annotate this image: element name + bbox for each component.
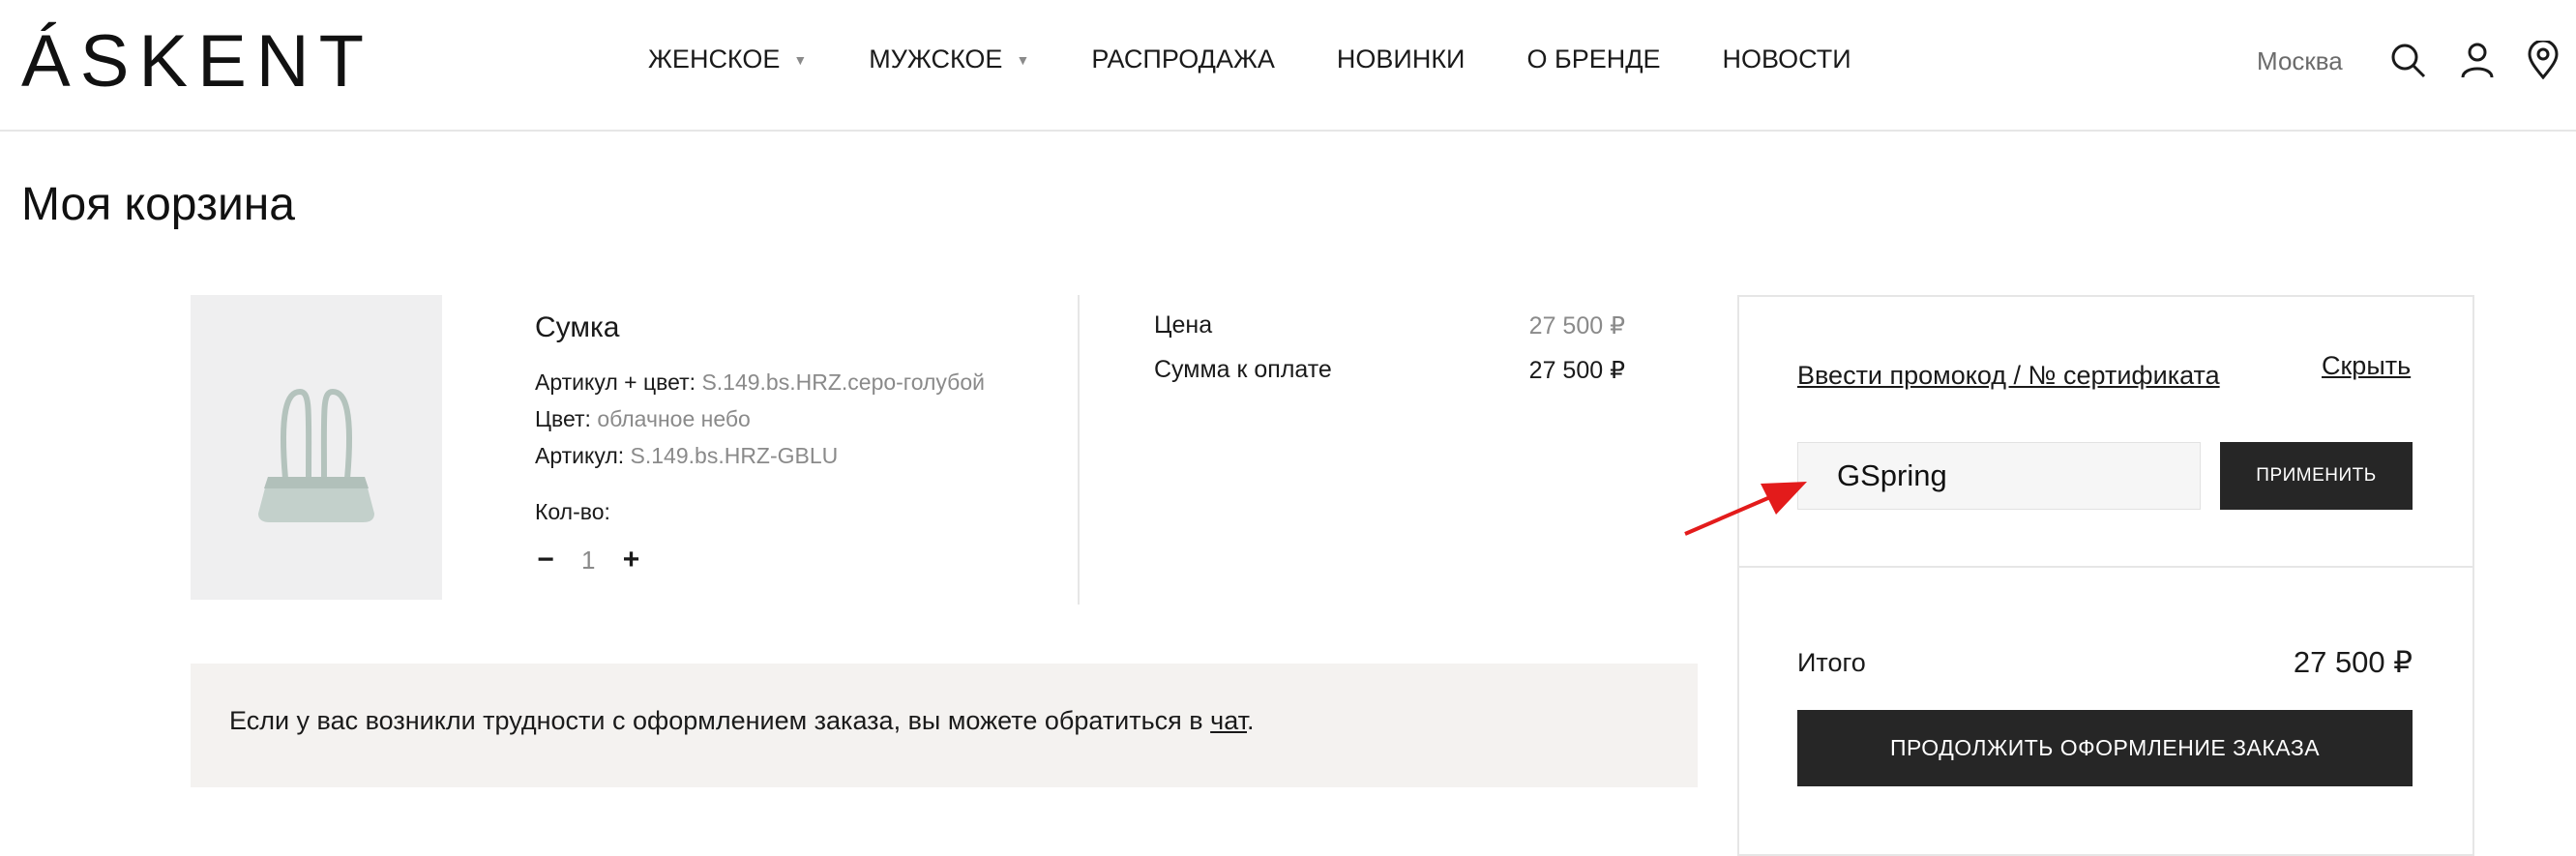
brand-logo[interactable]: ÁSKENT	[21, 25, 373, 99]
product-sku-color: Артикул + цвет: S.149.bs.HRZ.серо-голубо…	[535, 369, 985, 396]
row-value: S.149.bs.HRZ.серо-голубой	[701, 369, 985, 395]
nav-item-label: НОВОСТИ	[1722, 44, 1851, 74]
quantity-stepper: − 1 +	[535, 544, 641, 576]
promo-code-input[interactable]	[1797, 442, 2201, 510]
nav-item-label: ЖЕНСКОЕ	[648, 44, 781, 74]
product-color: Цвет: облачное небо	[535, 406, 751, 432]
annotation-arrow-icon	[1684, 482, 1807, 536]
row-label: Цвет:	[535, 406, 591, 431]
user-icon[interactable]	[2458, 41, 2497, 79]
nav-item-label: О БРЕНДЕ	[1526, 44, 1661, 74]
caret-down-icon: ▼	[1016, 51, 1030, 68]
price-value: 27 500 ₽	[1528, 312, 1625, 339]
price-label: Цена	[1154, 311, 1213, 339]
hide-promo-link[interactable]: Скрыть	[2322, 351, 2411, 381]
city-selector[interactable]: Москва	[2257, 46, 2343, 76]
row-label: Артикул:	[535, 443, 625, 468]
sum-value: 27 500 ₽	[1528, 357, 1625, 384]
checkout-button[interactable]: ПРОДОЛЖИТЬ ОФОРМЛЕНИЕ ЗАКАЗА	[1797, 710, 2413, 786]
divider	[1737, 566, 2474, 568]
nav-item-sale[interactable]: РАСПРОДАЖА	[1091, 44, 1275, 74]
help-text-before: Если у вас возникли трудности с оформлен…	[229, 706, 1211, 735]
quantity-value: 1	[581, 545, 596, 575]
increase-quantity-button[interactable]: +	[620, 544, 641, 576]
decrease-quantity-button[interactable]: −	[535, 544, 556, 576]
location-pin-icon[interactable]	[2524, 41, 2562, 79]
promo-code-link[interactable]: Ввести промокод / № сертификата	[1797, 361, 2220, 391]
caret-down-icon: ▼	[793, 51, 808, 68]
nav-item-men[interactable]: МУЖСКОЕ ▼	[869, 44, 1029, 74]
row-value: S.149.bs.HRZ-GBLU	[630, 443, 839, 468]
total-value: 27 500 ₽	[2293, 645, 2413, 679]
row-label: Артикул + цвет:	[535, 369, 696, 395]
handbag-image	[258, 388, 374, 522]
nav-item-new[interactable]: НОВИНКИ	[1337, 44, 1466, 74]
nav-item-about[interactable]: О БРЕНДЕ	[1526, 44, 1660, 74]
nav-item-label: РАСПРОДАЖА	[1091, 44, 1275, 74]
chat-link[interactable]: чат	[1210, 706, 1247, 735]
row-value: облачное небо	[597, 406, 751, 431]
product-image[interactable]	[191, 295, 442, 600]
product-sku: Артикул: S.149.bs.HRZ-GBLU	[535, 443, 838, 469]
quantity-label: Кол-во:	[535, 499, 610, 524]
divider	[1078, 295, 1080, 605]
page-title: Моя корзина	[21, 179, 295, 230]
nav-item-label: МУЖСКОЕ	[869, 44, 1003, 74]
nav-item-news[interactable]: НОВОСТИ	[1723, 44, 1851, 74]
help-text: Если у вас возникли трудности с оформлен…	[229, 706, 1255, 736]
product-name[interactable]: Сумка	[535, 311, 619, 344]
help-banner: Если у вас возникли трудности с оформлен…	[191, 664, 1698, 787]
main-nav: ЖЕНСКОЕ ▼ МУЖСКОЕ ▼ РАСПРОДАЖА НОВИНКИ О…	[648, 44, 1913, 74]
apply-promo-button[interactable]: ПРИМЕНИТЬ	[2220, 442, 2413, 510]
total-label: Итого	[1797, 648, 1866, 677]
nav-item-label: НОВИНКИ	[1336, 44, 1466, 74]
nav-item-women[interactable]: ЖЕНСКОЕ ▼	[648, 44, 807, 74]
sum-label: Сумма к оплате	[1154, 356, 1332, 383]
search-icon[interactable]	[2388, 41, 2427, 79]
help-text-after: .	[1247, 706, 1255, 735]
